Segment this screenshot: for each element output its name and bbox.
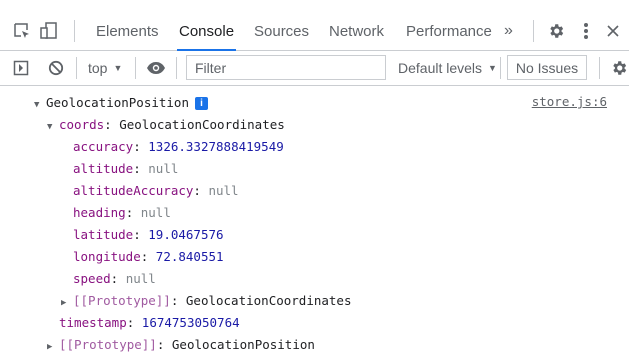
tab-elements[interactable]: Elements: [96, 12, 159, 50]
info-badge[interactable]: i: [195, 97, 208, 110]
object-label: GeolocationPosition: [46, 95, 189, 110]
property-key: altitudeAccuracy: [73, 183, 194, 198]
close-icon[interactable]: [605, 22, 621, 40]
property-row: speed: null: [73, 271, 156, 286]
property-row: heading: null: [73, 205, 171, 220]
property-value: 1326.3327888419549: [148, 139, 284, 154]
gear-icon[interactable]: [610, 59, 629, 77]
device-toolbar-icon[interactable]: [38, 21, 60, 41]
issues-button[interactable]: No Issues: [507, 55, 587, 80]
collapsed-triangle-icon[interactable]: ▶: [47, 337, 59, 357]
context-selector[interactable]: top ▼: [88, 51, 122, 85]
property-value: GeolocationCoordinates: [185, 293, 352, 308]
console-output: store.js:6 ▼ GeolocationPosition i ▼ coords…: [0, 86, 629, 354]
expanded-triangle-icon[interactable]: ▼: [47, 117, 59, 137]
property-value: null: [148, 161, 179, 176]
property-row: accuracy: 1326.3327888419549: [73, 139, 284, 154]
property-row: altitude: null: [73, 161, 179, 176]
property-value: null: [208, 183, 239, 198]
property-key: latitude: [73, 227, 134, 242]
expanded-triangle-icon[interactable]: ▼: [34, 95, 46, 115]
sidebar-toggle-icon[interactable]: [12, 59, 30, 77]
property-value: null: [140, 205, 171, 220]
clear-console-icon[interactable]: [47, 59, 65, 77]
source-link[interactable]: store.js:6: [532, 94, 607, 109]
property-row: longitude: 72.840551: [73, 249, 224, 264]
tree-row-coords[interactable]: ▼ coords: GeolocationCoordinates: [47, 115, 285, 135]
log-levels-label: Default levels: [398, 60, 483, 76]
tab-sources[interactable]: Sources: [254, 12, 309, 50]
property-key: [[Prototype]]: [73, 293, 171, 308]
property-value: 19.0467576: [148, 227, 224, 242]
more-tabs-button[interactable]: »: [504, 12, 513, 50]
eye-icon[interactable]: [146, 59, 166, 77]
property-key: accuracy: [73, 139, 134, 154]
divider: [76, 57, 77, 79]
tab-console[interactable]: Console: [176, 12, 237, 51]
property-value: GeolocationPosition: [171, 337, 315, 352]
collapsed-triangle-icon[interactable]: ▶: [61, 293, 73, 313]
property-key: timestamp: [59, 315, 127, 330]
tree-row-root-prototype[interactable]: ▶ [[Prototype]]: GeolocationPosition: [47, 335, 315, 355]
kebab-menu-icon[interactable]: [580, 21, 592, 41]
property-type: GeolocationCoordinates: [119, 117, 285, 132]
property-row: altitudeAccuracy: null: [73, 183, 239, 198]
divider: [135, 57, 136, 79]
dropdown-arrow-icon: ▼: [113, 63, 123, 73]
property-key: heading: [73, 205, 126, 220]
inspect-element-icon[interactable]: [12, 21, 32, 41]
devtools-tab-bar: Elements Console Sources Network Perform…: [0, 12, 629, 51]
property-key: altitude: [73, 161, 134, 176]
gear-icon[interactable]: [546, 21, 566, 41]
tab-performance[interactable]: Performance: [406, 12, 492, 50]
property-value: null: [125, 271, 156, 286]
tab-network[interactable]: Network: [329, 12, 384, 50]
divider: [500, 57, 501, 79]
dropdown-arrow-icon: ▼: [488, 63, 497, 73]
tree-row-coords-prototype[interactable]: ▶ [[Prototype]]: GeolocationCoordinates: [61, 291, 351, 311]
divider: [176, 57, 177, 79]
filter-input[interactable]: Filter: [186, 55, 386, 80]
property-key: speed: [73, 271, 111, 286]
divider: [599, 57, 600, 79]
divider: [533, 20, 534, 42]
property-row: latitude: 19.0467576: [73, 227, 224, 242]
property-key: coords: [59, 117, 105, 132]
property-value: 1674753050764: [141, 315, 240, 330]
property-value: 72.840551: [155, 249, 224, 264]
property-key: [[Prototype]]: [59, 337, 157, 352]
log-levels-dropdown[interactable]: Default levels ▼: [398, 51, 497, 85]
divider: [74, 20, 75, 42]
console-toolbar: top ▼ Filter Default levels ▼ No Issues: [0, 51, 629, 86]
tree-row-root[interactable]: ▼ GeolocationPosition i: [34, 93, 208, 113]
property-key: longitude: [73, 249, 141, 264]
property-row: timestamp: 1674753050764: [59, 315, 240, 330]
context-selector-label: top: [88, 60, 108, 76]
